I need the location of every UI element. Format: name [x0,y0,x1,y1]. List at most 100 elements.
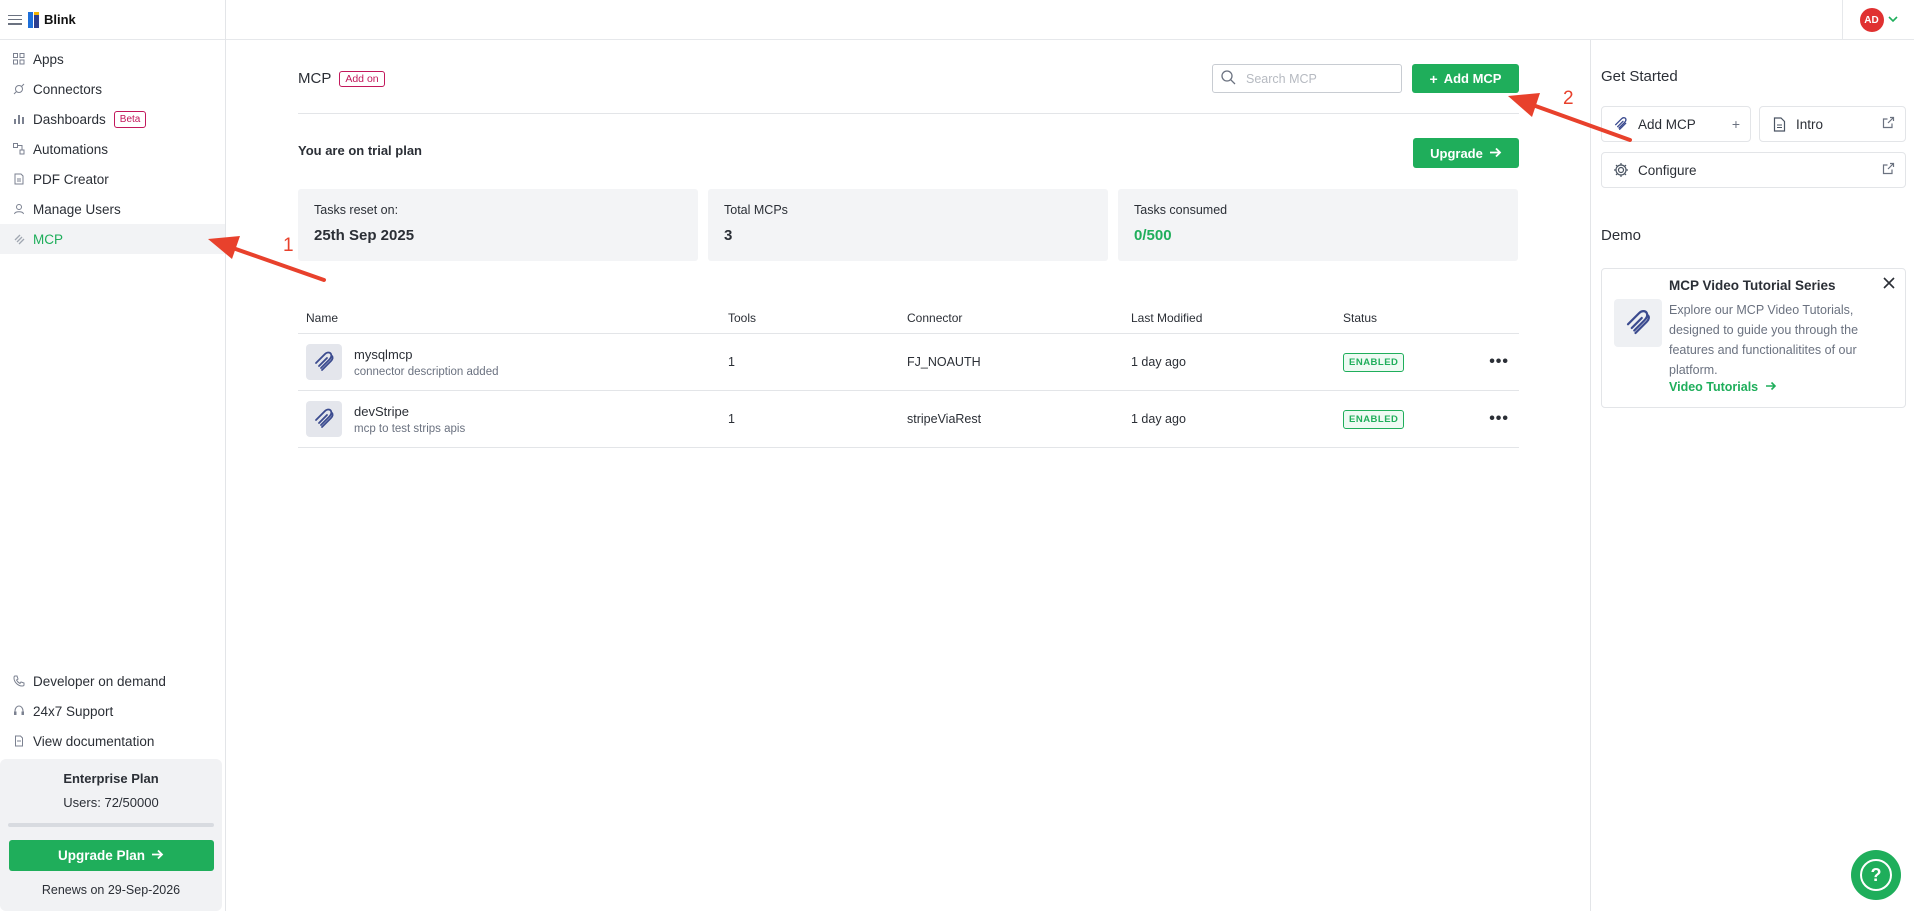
sidebar-nav: Apps Connectors Dashboards Beta Automati… [0,40,225,254]
stat-label: Total MCPs [724,203,788,217]
sidebar-item-label: Connectors [33,81,103,97]
mcp-description: connector description added [354,365,499,378]
get-started-label: Configure [1638,162,1697,178]
mcp-icon [12,232,26,246]
mcp-icon [1614,299,1662,347]
close-icon[interactable] [1883,276,1895,294]
mcp-connector: FJ_NOAUTH [907,355,981,369]
video-tutorials-link[interactable]: Video Tutorials [1669,380,1777,394]
view-documentation-link[interactable]: View documentation [0,726,226,756]
stat-value: 3 [724,227,733,244]
user-menu[interactable]: AD [1842,0,1914,40]
sidebar-bottom-links: Developer on demand 24x7 Support View do… [0,666,226,756]
sidebar-item-label: Manage Users [33,201,121,217]
sidebar-item-pdf-creator[interactable]: PDF Creator [0,164,225,194]
menu-icon[interactable] [8,14,22,25]
link-label: 24x7 Support [33,703,114,719]
column-header-tools: Tools [728,310,757,325]
mcp-icon [306,401,342,437]
plan-renews: Renews on 29-Sep-2026 [41,883,181,897]
upgrade-plan-button[interactable]: Upgrade Plan [8,840,214,871]
column-header-name: Name [306,310,339,325]
column-header-status: Status [1343,310,1378,325]
upgrade-button[interactable]: Upgrade [1413,138,1519,168]
table-row[interactable]: devStripe mcp to test strips apis 1 stri… [298,391,1519,448]
mcp-description: mcp to test strips apis [354,422,466,435]
upgrade-plan-label: Upgrade Plan [57,848,146,863]
brand-bar: Blink [0,0,225,40]
chevron-down-icon [1887,14,1898,26]
mcp-connector: stripeViaRest [907,412,982,426]
more-options-icon[interactable]: ••• [1461,410,1519,428]
get-started-label: Intro [1796,116,1824,132]
sidebar-item-label: MCP [33,231,63,247]
stat-card-tasks-reset: Tasks reset on: 25th Sep 2025 [298,189,698,261]
header-divider [298,113,1519,114]
document-icon [1770,116,1788,132]
brand-logo-icon [28,11,40,28]
column-header-connector: Connector [907,310,963,325]
help-button[interactable]: ? [1851,850,1901,900]
sidebar-item-label: PDF Creator [33,171,109,187]
add-mcp-label: Add MCP [1443,71,1502,86]
developer-on-demand-link[interactable]: Developer on demand [0,666,226,696]
get-started-title: Get Started [1601,68,1678,85]
sidebar-item-automations[interactable]: Automations [0,134,225,164]
plus-icon: + [1731,116,1740,132]
mcp-name[interactable]: devStripe [354,404,465,419]
sidebar-item-label: Apps [33,51,64,67]
flow-icon [12,142,26,156]
plan-title: Enterprise Plan [63,771,159,786]
sidebar-item-dashboards[interactable]: Dashboards Beta [0,104,225,134]
mcp-name[interactable]: mysqlmcp [354,347,499,362]
sidebar-item-connectors[interactable]: Connectors [0,74,225,104]
link-label: Developer on demand [33,673,166,689]
table-row[interactable]: mysqlmcp connector description added 1 F… [298,334,1519,391]
more-options-icon[interactable]: ••• [1461,353,1519,371]
plus-icon: + [1429,70,1438,87]
topbar: AD [226,0,1914,40]
avatar: AD [1859,8,1884,32]
sidebar: Blink Apps Connectors Dashboards Beta Au… [0,0,226,911]
annotation-label-1: 1 [283,235,294,256]
mcp-tools: 1 [728,412,735,426]
status-badge: ENABLED [1343,409,1405,429]
link-label: View documentation [33,733,155,749]
video-tutorials-label: Video Tutorials [1669,380,1759,394]
gear-icon [1612,162,1630,178]
get-started-add-mcp-button[interactable]: Add MCP + [1601,106,1751,142]
arrow-right-icon [151,848,164,863]
sidebar-item-mcp[interactable]: MCP [0,224,225,254]
column-header-last-modified: Last Modified [1131,310,1203,325]
user-icon [12,202,26,216]
external-link-icon [1882,162,1895,178]
stats-cards: Tasks reset on: 25th Sep 2025 Total MCPs… [298,189,1518,261]
mcp-tools: 1 [728,355,735,369]
demo-title: Demo [1601,227,1642,244]
stat-label: Tasks reset on: [314,203,399,217]
mcp-table: Name Tools Connector Last Modified Statu… [298,302,1519,448]
search-input[interactable] [1246,71,1396,86]
add-mcp-button[interactable]: + Add MCP [1412,64,1519,93]
upgrade-label: Upgrade [1430,145,1483,161]
get-started-intro-button[interactable]: Intro [1759,106,1906,142]
support-link[interactable]: 24x7 Support [0,696,226,726]
document-icon [12,734,26,748]
search-box[interactable] [1212,64,1402,93]
brand-name: Blink [44,12,76,27]
sidebar-item-manage-users[interactable]: Manage Users [0,194,225,224]
sidebar-item-label: Automations [33,141,109,157]
sidebar-item-apps[interactable]: Apps [0,44,225,74]
demo-card-text: Explore our MCP Video Tutorials, designe… [1669,303,1859,377]
plan-box: Enterprise Plan Users: 72/50000 Upgrade … [0,759,222,911]
plan-usage-bar [8,823,214,827]
pdf-icon [12,172,26,186]
stat-label: Tasks consumed [1134,203,1228,217]
plan-users: Users: 72/50000 [63,795,159,810]
sidebar-item-label: Dashboards [33,111,106,127]
arrow-right-icon [1765,380,1777,394]
demo-card-title: MCP Video Tutorial Series [1669,278,1836,293]
get-started-configure-button[interactable]: Configure [1601,152,1906,188]
trial-text: You are on trial plan [298,143,423,158]
stat-card-tasks-consumed: Tasks consumed 0/500 [1118,189,1518,261]
